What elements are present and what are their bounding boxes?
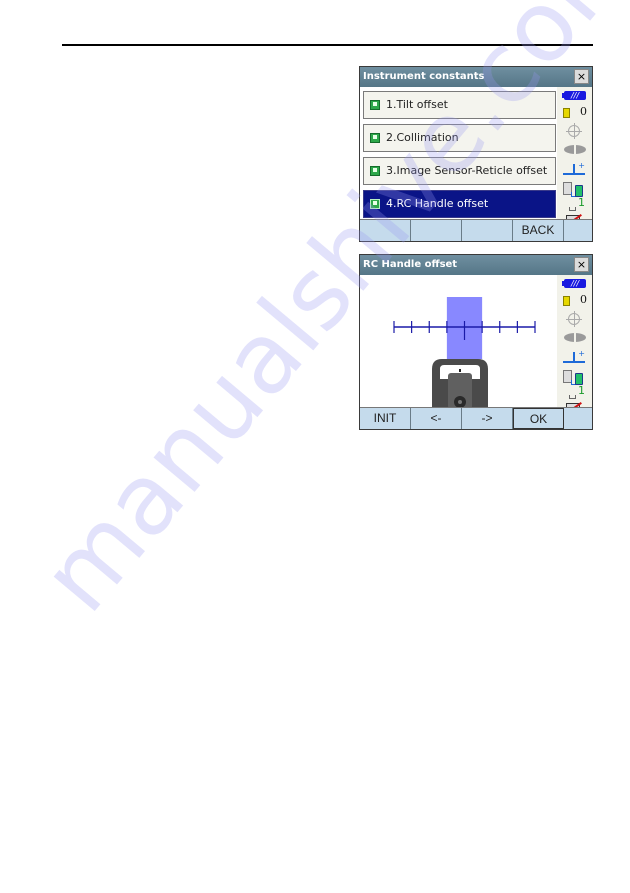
init-button[interactable]: INIT bbox=[360, 408, 411, 429]
menu-item-label: 1.Tilt offset bbox=[386, 98, 448, 111]
close-button[interactable]: × bbox=[574, 257, 589, 272]
prism-constant: 0 bbox=[580, 293, 587, 306]
menu-item-rc-handle-offset[interactable]: 4.RC Handle offset bbox=[363, 190, 556, 218]
book-icon bbox=[370, 133, 380, 143]
softkey-1[interactable] bbox=[360, 220, 411, 241]
menu-item-tilt-offset[interactable]: 1.Tilt offset bbox=[363, 91, 556, 119]
softkey-5[interactable] bbox=[564, 220, 592, 241]
offset-scale bbox=[393, 321, 536, 340]
softkey-3[interactable] bbox=[462, 220, 513, 241]
screen-title: RC Handle offset bbox=[363, 259, 458, 270]
rc-handle-offset-screen: RC Handle offset × /// 0 + 1 INIT <- -> … bbox=[359, 254, 593, 430]
instrument-constants-screen: Instrument constants × 1.Tilt offset 2.C… bbox=[359, 66, 593, 242]
face-icon[interactable] bbox=[564, 333, 586, 342]
title-bar: RC Handle offset × bbox=[360, 255, 592, 275]
book-icon bbox=[370, 199, 380, 209]
book-icon bbox=[370, 100, 380, 110]
input-mode-icon[interactable]: 1 bbox=[569, 384, 589, 399]
reflector-icon[interactable]: + bbox=[563, 349, 585, 363]
move-right-button[interactable]: -> bbox=[462, 408, 513, 429]
offset-graphic bbox=[393, 297, 536, 409]
tilt-icon[interactable] bbox=[566, 123, 582, 139]
book-icon bbox=[370, 166, 380, 176]
offset-graphic-area bbox=[360, 275, 557, 409]
menu-item-label: 3.Image Sensor-Reticle offset bbox=[386, 164, 548, 177]
battery-icon[interactable]: /// bbox=[562, 279, 586, 288]
prism-icon[interactable] bbox=[563, 108, 570, 118]
ok-button[interactable]: OK bbox=[513, 408, 564, 429]
header-rule bbox=[62, 44, 593, 46]
softkey-5[interactable] bbox=[564, 408, 592, 429]
reflector-icon[interactable]: + bbox=[563, 161, 585, 175]
status-bar: /// 0 + 1 bbox=[557, 87, 592, 225]
back-button[interactable]: BACK bbox=[513, 220, 564, 241]
input-mode-icon[interactable]: 1 bbox=[569, 196, 589, 211]
move-left-button[interactable]: <- bbox=[411, 408, 462, 429]
menu-list: 1.Tilt offset 2.Collimation 3.Image Sens… bbox=[360, 87, 557, 221]
battery-icon[interactable]: /// bbox=[562, 91, 586, 100]
instrument-handle-image bbox=[432, 359, 488, 409]
menu-item-label: 2.Collimation bbox=[386, 131, 459, 144]
softkey-2[interactable] bbox=[411, 220, 462, 241]
menu-item-collimation[interactable]: 2.Collimation bbox=[363, 124, 556, 152]
menu-item-label: 4.RC Handle offset bbox=[386, 197, 489, 210]
face-icon[interactable] bbox=[564, 145, 586, 154]
prism-constant: 0 bbox=[580, 105, 587, 118]
title-bar: Instrument constants × bbox=[360, 67, 592, 87]
close-button[interactable]: × bbox=[574, 69, 589, 84]
prism-icon[interactable] bbox=[563, 296, 570, 306]
menu-item-image-sensor-reticle-offset[interactable]: 3.Image Sensor-Reticle offset bbox=[363, 157, 556, 185]
tilt-icon[interactable] bbox=[566, 311, 582, 327]
screen-title: Instrument constants bbox=[363, 71, 485, 82]
softkey-bar: INIT <- -> OK bbox=[360, 407, 592, 429]
softkey-bar: BACK bbox=[360, 219, 592, 241]
status-bar: /// 0 + 1 bbox=[557, 275, 592, 413]
